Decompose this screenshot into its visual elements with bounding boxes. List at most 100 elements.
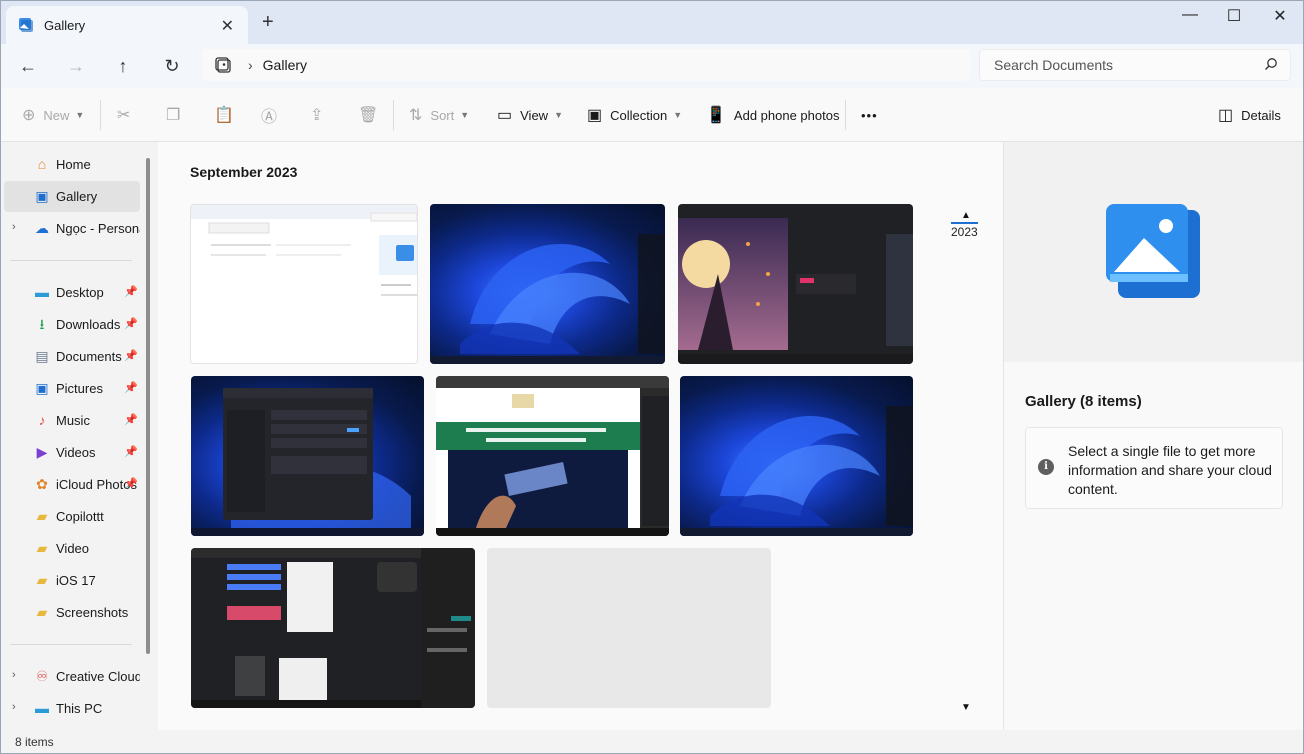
- timeline-year[interactable]: 2023: [951, 222, 978, 239]
- photo-thumbnail[interactable]: [191, 376, 424, 536]
- sidebar-scrollbar[interactable]: [146, 158, 150, 654]
- add-phone-photos-button[interactable]: 📱 Add phone photos: [706, 104, 839, 126]
- view-icon: ▭: [497, 107, 513, 124]
- address-bar[interactable]: › Gallery: [202, 49, 970, 81]
- pin-icon: 📌: [124, 478, 138, 490]
- cut-button[interactable]: ✂: [117, 104, 138, 126]
- chevron-down-icon: ▼: [673, 110, 683, 120]
- scissors-icon: ✂: [117, 107, 131, 124]
- close-window-button[interactable]: ✕: [1257, 6, 1303, 28]
- back-button[interactable]: ←: [14, 52, 42, 80]
- navigation-bar: ← → ↑ ↻ › Gallery Search Documents: [0, 44, 1304, 88]
- sidebar-item-label: Pictures: [56, 381, 103, 396]
- item-count: 8 items: [15, 735, 54, 749]
- up-button[interactable]: ↑: [109, 52, 137, 80]
- copy-button[interactable]: ❐: [166, 104, 188, 126]
- collection-button[interactable]: ▣ Collection ▼: [587, 104, 682, 126]
- chevron-right-icon[interactable]: ›: [12, 669, 16, 681]
- tab-gallery[interactable]: Gallery ✕: [6, 6, 248, 44]
- chevron-right-icon[interactable]: ›: [12, 221, 16, 233]
- sidebar-item-label: Downloads: [56, 317, 121, 332]
- details-button[interactable]: ◫ Details: [1218, 104, 1281, 126]
- folder-icon: ▰: [36, 540, 48, 556]
- photo-thumbnail[interactable]: [680, 376, 913, 536]
- chevron-right-icon[interactable]: ›: [12, 701, 16, 713]
- share-icon: ⇪: [310, 107, 324, 124]
- sidebar-item-creative-cloud[interactable]: › ♾ Creative Cloud Files: [4, 661, 140, 692]
- sidebar-item-label: Video: [56, 541, 90, 556]
- divider: [10, 260, 132, 261]
- desktop-icon: ▬: [35, 284, 49, 300]
- sidebar-item-downloads[interactable]: ⭳ Downloads 📌: [4, 309, 140, 340]
- copy-icon: ❐: [166, 107, 181, 124]
- scroll-up-arrow-icon[interactable]: ▲: [961, 210, 971, 221]
- sidebar-item-home[interactable]: ⌂ Home: [4, 149, 140, 180]
- photo-thumbnail[interactable]: [191, 548, 475, 708]
- breadcrumb-gallery[interactable]: Gallery: [263, 57, 307, 73]
- photo-thumbnail[interactable]: [430, 204, 665, 364]
- sidebar-item-desktop[interactable]: ▬ Desktop 📌: [4, 277, 140, 308]
- browser-chat-screenshot-image: [191, 548, 475, 708]
- sidebar-item-ios-17[interactable]: ▰ iOS 17: [4, 565, 140, 596]
- sort-button[interactable]: ⇅ Sort ▼: [409, 104, 469, 126]
- pin-icon: 📌: [124, 382, 138, 394]
- moon-lantern-screenshot-image: [678, 218, 913, 364]
- photo-thumbnail[interactable]: [436, 376, 669, 536]
- delete-button[interactable]: 🗑: [358, 104, 386, 126]
- rename-button[interactable]: Ⓐ: [261, 104, 285, 126]
- view-button[interactable]: ▭ View ▼: [497, 104, 563, 126]
- forward-button[interactable]: →: [62, 52, 90, 80]
- tab-close-icon[interactable]: ✕: [221, 16, 234, 36]
- photo-thumbnail[interactable]: [190, 204, 418, 364]
- new-button[interactable]: ⊕ New ▼: [22, 104, 84, 126]
- computer-icon: ▬: [35, 700, 49, 716]
- sidebar-item-screenshots[interactable]: ▰ Screenshots: [4, 597, 140, 628]
- share-button[interactable]: ⇪: [310, 104, 331, 126]
- sort-icon: ⇅: [409, 107, 423, 124]
- new-tab-button[interactable]: +: [262, 12, 274, 32]
- collection-label: Collection: [610, 107, 668, 123]
- sidebar-item-label: Desktop: [56, 285, 104, 300]
- sidebar-item-label: Gallery: [56, 189, 98, 204]
- gallery-large-icon: [1106, 204, 1200, 298]
- command-bar: ⊕ New ▼ ✂ ❐ 📋 Ⓐ ⇪ 🗑 ⇅ Sort ▼ ▭ View ▼ ▣ …: [0, 88, 1304, 142]
- scroll-down-arrow-icon[interactable]: ▼: [961, 702, 971, 713]
- details-title: Gallery (8 items): [1025, 393, 1142, 410]
- sidebar-item-onedrive[interactable]: › ☁ Ngọc - Personal: [4, 213, 140, 244]
- bloom-wallpaper-image: [680, 406, 913, 536]
- details-pane-icon: ◫: [1218, 107, 1234, 124]
- sidebar-item-gallery[interactable]: ▣ Gallery: [4, 181, 140, 212]
- tab-title: Gallery: [44, 17, 86, 33]
- title-bar: Gallery ✕ + — ☐ ✕: [0, 0, 1304, 44]
- explorer-screenshot-image: [191, 205, 417, 296]
- sidebar-item-video[interactable]: ▰ Video: [4, 533, 140, 564]
- personalization-settings-screenshot-image: [191, 388, 424, 536]
- sidebar-item-videos[interactable]: ▶ Videos 📌: [4, 437, 140, 468]
- pin-icon: 📌: [124, 446, 138, 458]
- chevron-down-icon: ▼: [460, 110, 470, 120]
- sidebar-item-icloud-photos[interactable]: ✿ iCloud Photos 📌: [4, 469, 140, 500]
- paste-button[interactable]: 📋: [214, 104, 242, 126]
- pin-icon: 📌: [124, 414, 138, 426]
- folder-icon: ▰: [36, 604, 48, 620]
- sidebar-item-music[interactable]: ♪ Music 📌: [4, 405, 140, 436]
- sidebar-item-copilottt[interactable]: ▰ Copilottt: [4, 501, 140, 532]
- trash-icon: 🗑: [358, 107, 379, 124]
- sidebar-item-pictures[interactable]: ▣ Pictures 📌: [4, 373, 140, 404]
- photo-thumbnail[interactable]: [678, 204, 913, 364]
- refresh-button[interactable]: ↻: [158, 52, 186, 80]
- search-input[interactable]: Search Documents: [979, 49, 1291, 81]
- creative-cloud-icon: ♾: [35, 668, 49, 684]
- sidebar-item-label: This PC: [56, 701, 103, 716]
- maximize-button[interactable]: ☐: [1211, 6, 1257, 28]
- sidebar-item-label: Videos: [56, 445, 96, 460]
- view-label: View: [520, 107, 549, 123]
- photo-thumbnail-loading[interactable]: [487, 548, 771, 708]
- sidebar-item-documents[interactable]: ▤ Documents 📌: [4, 341, 140, 372]
- collection-icon: ▣: [587, 107, 603, 124]
- month-heading: September 2023: [190, 164, 298, 180]
- minimize-button[interactable]: —: [1167, 6, 1213, 28]
- more-options-button[interactable]: •••: [861, 104, 878, 126]
- breadcrumb-chevron-icon: ›: [248, 57, 253, 73]
- sidebar-item-this-pc[interactable]: › ▬ This PC: [4, 693, 140, 724]
